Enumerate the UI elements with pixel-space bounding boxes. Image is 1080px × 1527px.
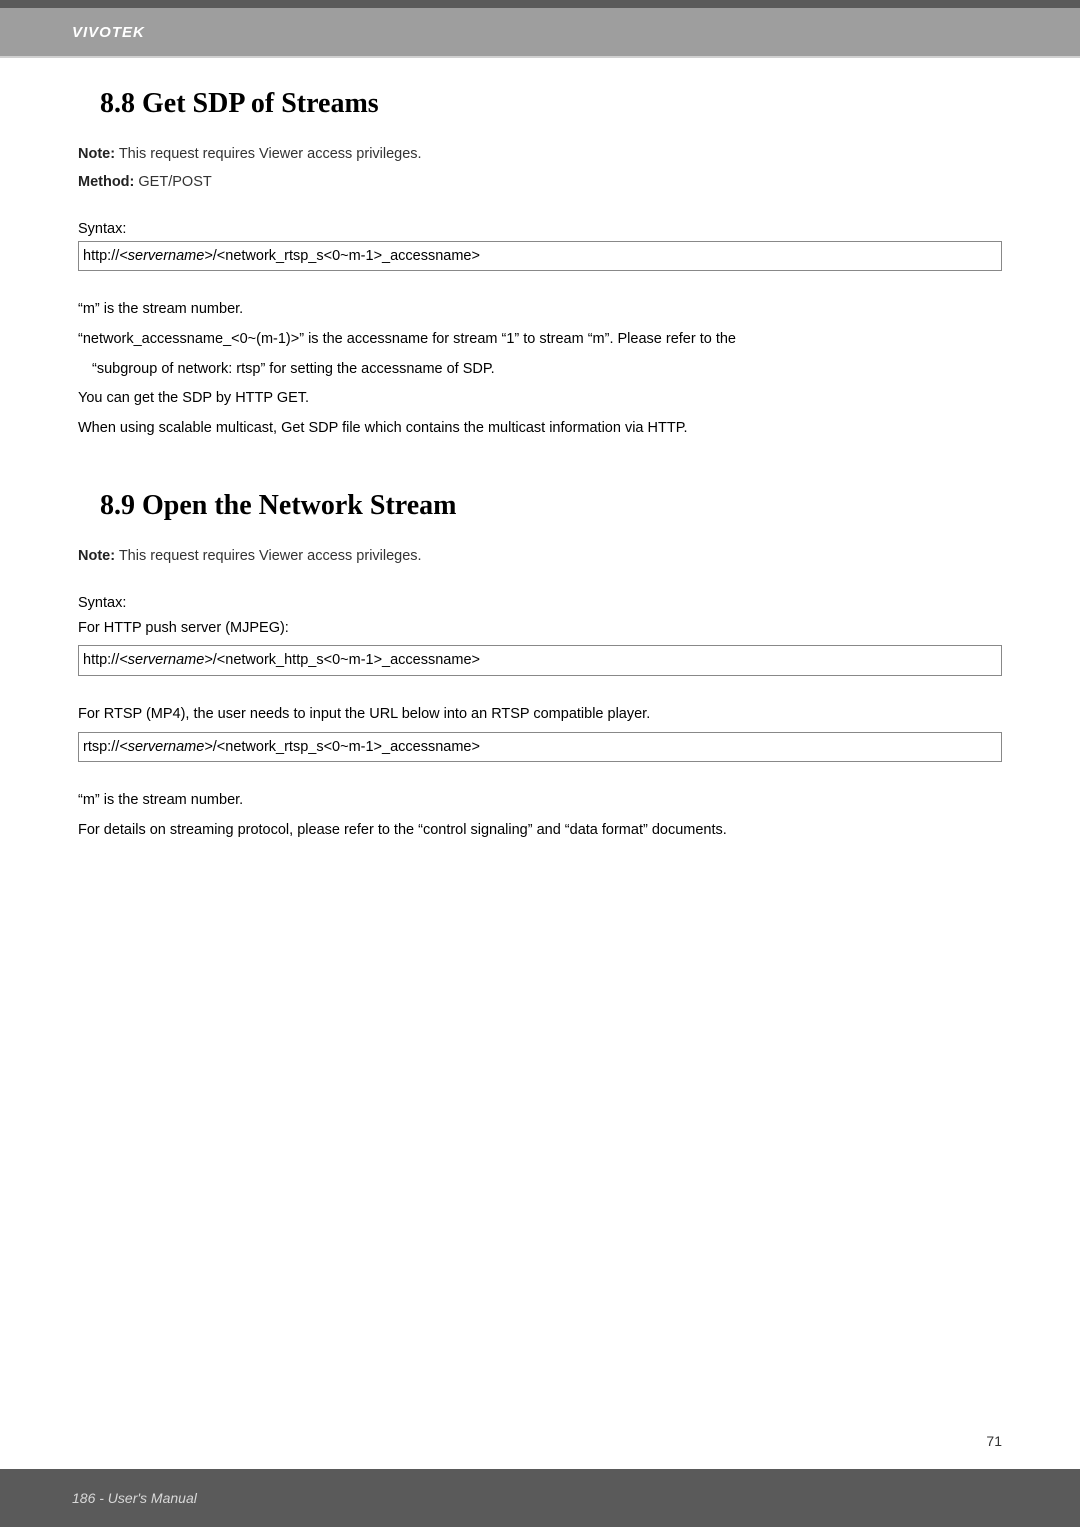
page-number-right: 71 [986,1433,1002,1449]
note-label-89: Note: [78,548,115,564]
header-top-strip [0,0,1080,8]
header-bar: VIVOTEK [0,8,1080,56]
code-prefix: http:// [83,248,119,264]
codebox-89-rtsp: rtsp://<servername>/<network_rtsp_s<0~m-… [78,732,1002,763]
http-code-servername: <servername> [119,652,213,668]
code-servername: <servername> [119,248,213,264]
section88-line3: “subgroup of network: rtsp” for setting … [92,356,1002,384]
http-code-prefix: http:// [83,652,119,668]
page-content: 8.8 Get SDP of Streams Note: This reques… [0,58,1080,845]
section89-note: Note: This request requires Viewer acces… [78,542,1002,570]
syntax-label-88: Syntax: [78,221,1002,237]
section88-line2: “network_accessname_<0~(m-1)>” is the ac… [78,326,1002,354]
stream-details: For details on streaming protocol, pleas… [78,817,1002,845]
note-label: Note: [78,146,115,162]
code-suffix: /<network_rtsp_s<0~m-1>_accessname> [213,248,480,264]
section88-line5: When using scalable multicast, Get SDP f… [78,415,1002,443]
rtsp-code-prefix: rtsp:// [83,739,119,755]
footer-page-left: 186 - User's Manual [72,1490,197,1506]
rtsp-intro: For RTSP (MP4), the user needs to input … [78,700,1002,729]
http-code-suffix: /<network_http_s<0~m-1>_accessname> [213,652,480,668]
http-intro: For HTTP push server (MJPEG): [78,615,1002,643]
note-text: This request requires Viewer access priv… [115,146,422,162]
section-heading-88: 8.8 Get SDP of Streams [100,88,1002,120]
codebox-89-http: http://<servername>/<network_http_s<0~m-… [78,645,1002,676]
codebox-88: http://<servername>/<network_rtsp_s<0~m-… [78,241,1002,272]
section88-note: Note: This request requires Viewer acces… [78,140,1002,168]
method-text: GET/POST [134,174,211,190]
section88-line1: “m” is the stream number. [78,295,1002,324]
footer-bar: 186 - User's Manual [0,1469,1080,1527]
rtsp-code-servername: <servername> [119,739,213,755]
brand-label: VIVOTEK [72,24,145,41]
method-label: Method: [78,174,134,190]
stream-number-note: “m” is the stream number. [78,786,1002,815]
note-text-89: This request requires Viewer access priv… [115,548,422,564]
rtsp-code-suffix: /<network_rtsp_s<0~m-1>_accessname> [213,739,480,755]
syntax-label-89: Syntax: [78,595,1002,611]
section88-line4: You can get the SDP by HTTP GET. [78,385,1002,413]
section-heading-89: 8.9 Open the Network Stream [100,490,1002,522]
section88-method: Method: GET/POST [78,168,1002,196]
